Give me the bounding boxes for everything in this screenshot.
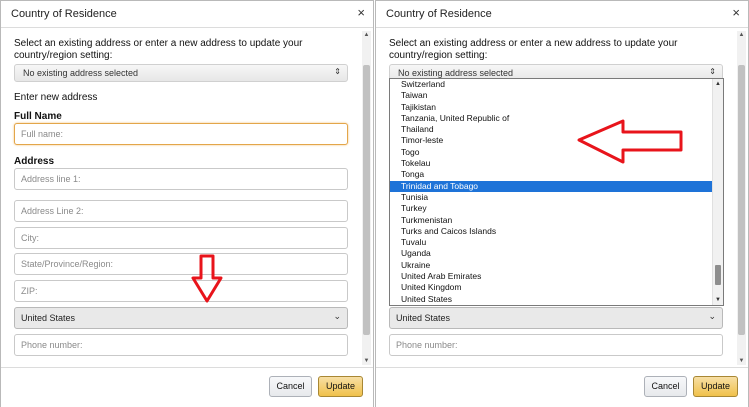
left-arrow-annotation: [577, 119, 683, 164]
select-caret-icon: ⇕: [334, 67, 341, 76]
select-caret-icon: ⇕: [709, 67, 716, 76]
country-dialog-left: Country of Residence × Select an existin…: [0, 0, 374, 407]
dialog-footer: Cancel Update: [1, 367, 373, 407]
country-option[interactable]: Tuvalu: [390, 237, 723, 248]
country-option[interactable]: Turkmenistan: [390, 215, 723, 226]
scroll-thumb[interactable]: [363, 65, 370, 335]
scroll-thumb[interactable]: [715, 265, 721, 285]
existing-address-select[interactable]: No existing address selected ⇕: [14, 64, 348, 82]
dialog-body: Select an existing address or enter a ne…: [1, 29, 373, 367]
phone-input[interactable]: Phone number:: [389, 334, 723, 356]
intro-text: Select an existing address or enter a ne…: [389, 38, 678, 61]
scroll-up-icon[interactable]: ▲: [713, 80, 723, 88]
scroll-down-icon[interactable]: ▼: [362, 357, 371, 365]
country-dropdown-list[interactable]: Switzerland Taiwan Tajikistan Tanzania, …: [389, 78, 724, 306]
country-option[interactable]: Turks and Caicos Islands: [390, 226, 723, 237]
country-option[interactable]: United States: [390, 294, 723, 305]
intro-text: Select an existing address or enter a ne…: [14, 38, 303, 61]
country-option[interactable]: Taiwan: [390, 90, 723, 101]
dropdown-scrollbar[interactable]: ▲ ▼: [712, 79, 723, 305]
full-name-input[interactable]: Full name:: [14, 123, 348, 145]
cancel-button[interactable]: Cancel: [269, 376, 312, 397]
scroll-down-icon[interactable]: ▼: [713, 296, 723, 304]
scroll-up-icon[interactable]: ▲: [362, 31, 371, 39]
country-option-highlighted[interactable]: Trinidad and Tobago: [390, 180, 723, 192]
dialog-header: Country of Residence ×: [1, 1, 373, 28]
chevron-down-icon: ⌄: [333, 311, 341, 321]
city-input[interactable]: City:: [14, 227, 348, 249]
existing-address-value: No existing address selected: [398, 68, 514, 78]
country-option[interactable]: Tonga: [390, 169, 723, 180]
dialog-scrollbar[interactable]: ▲ ▼: [737, 31, 746, 365]
dialog-title: Country of Residence: [11, 8, 117, 20]
dialog-header: Country of Residence ×: [376, 1, 748, 28]
address-label: Address: [14, 156, 55, 167]
country-select[interactable]: United States ⌄: [389, 307, 723, 329]
scroll-up-icon[interactable]: ▲: [737, 31, 746, 39]
phone-input[interactable]: Phone number:: [14, 334, 348, 356]
scroll-down-icon[interactable]: ▼: [737, 357, 746, 365]
address-line2-input[interactable]: Address Line 2:: [14, 200, 348, 222]
state-input[interactable]: State/Province/Region:: [14, 253, 348, 275]
dialog-scrollbar[interactable]: ▲ ▼: [362, 31, 371, 365]
country-option[interactable]: Ukraine: [390, 260, 723, 271]
existing-address-value: No existing address selected: [23, 68, 139, 78]
country-option[interactable]: Turkey: [390, 203, 723, 214]
full-name-label: Full Name: [14, 111, 62, 122]
cancel-button[interactable]: Cancel: [644, 376, 687, 397]
country-select-value: United States: [21, 313, 76, 323]
dialog-title: Country of Residence: [386, 8, 492, 20]
update-button[interactable]: Update: [693, 376, 738, 397]
country-option[interactable]: United Kingdom: [390, 282, 723, 293]
country-option[interactable]: Switzerland: [390, 79, 723, 90]
country-option[interactable]: Tajikistan: [390, 102, 723, 113]
close-icon[interactable]: ×: [732, 6, 740, 20]
country-option[interactable]: Tunisia: [390, 192, 723, 203]
new-address-heading: Enter new address: [14, 92, 98, 103]
scroll-thumb[interactable]: [738, 65, 745, 335]
close-icon[interactable]: ×: [357, 6, 365, 20]
country-option[interactable]: United Arab Emirates: [390, 271, 723, 282]
dialog-footer: Cancel Update: [376, 367, 748, 407]
chevron-down-icon: ⌄: [708, 311, 716, 321]
country-options: Switzerland Taiwan Tajikistan Tanzania, …: [390, 79, 723, 305]
down-arrow-annotation: [191, 254, 223, 303]
update-button[interactable]: Update: [318, 376, 363, 397]
country-select[interactable]: United States ⌄: [14, 307, 348, 329]
country-select-value: United States: [396, 313, 451, 323]
zip-input[interactable]: ZIP:: [14, 280, 348, 302]
country-option[interactable]: Uganda: [390, 248, 723, 259]
address-line1-input[interactable]: Address line 1:: [14, 168, 348, 190]
